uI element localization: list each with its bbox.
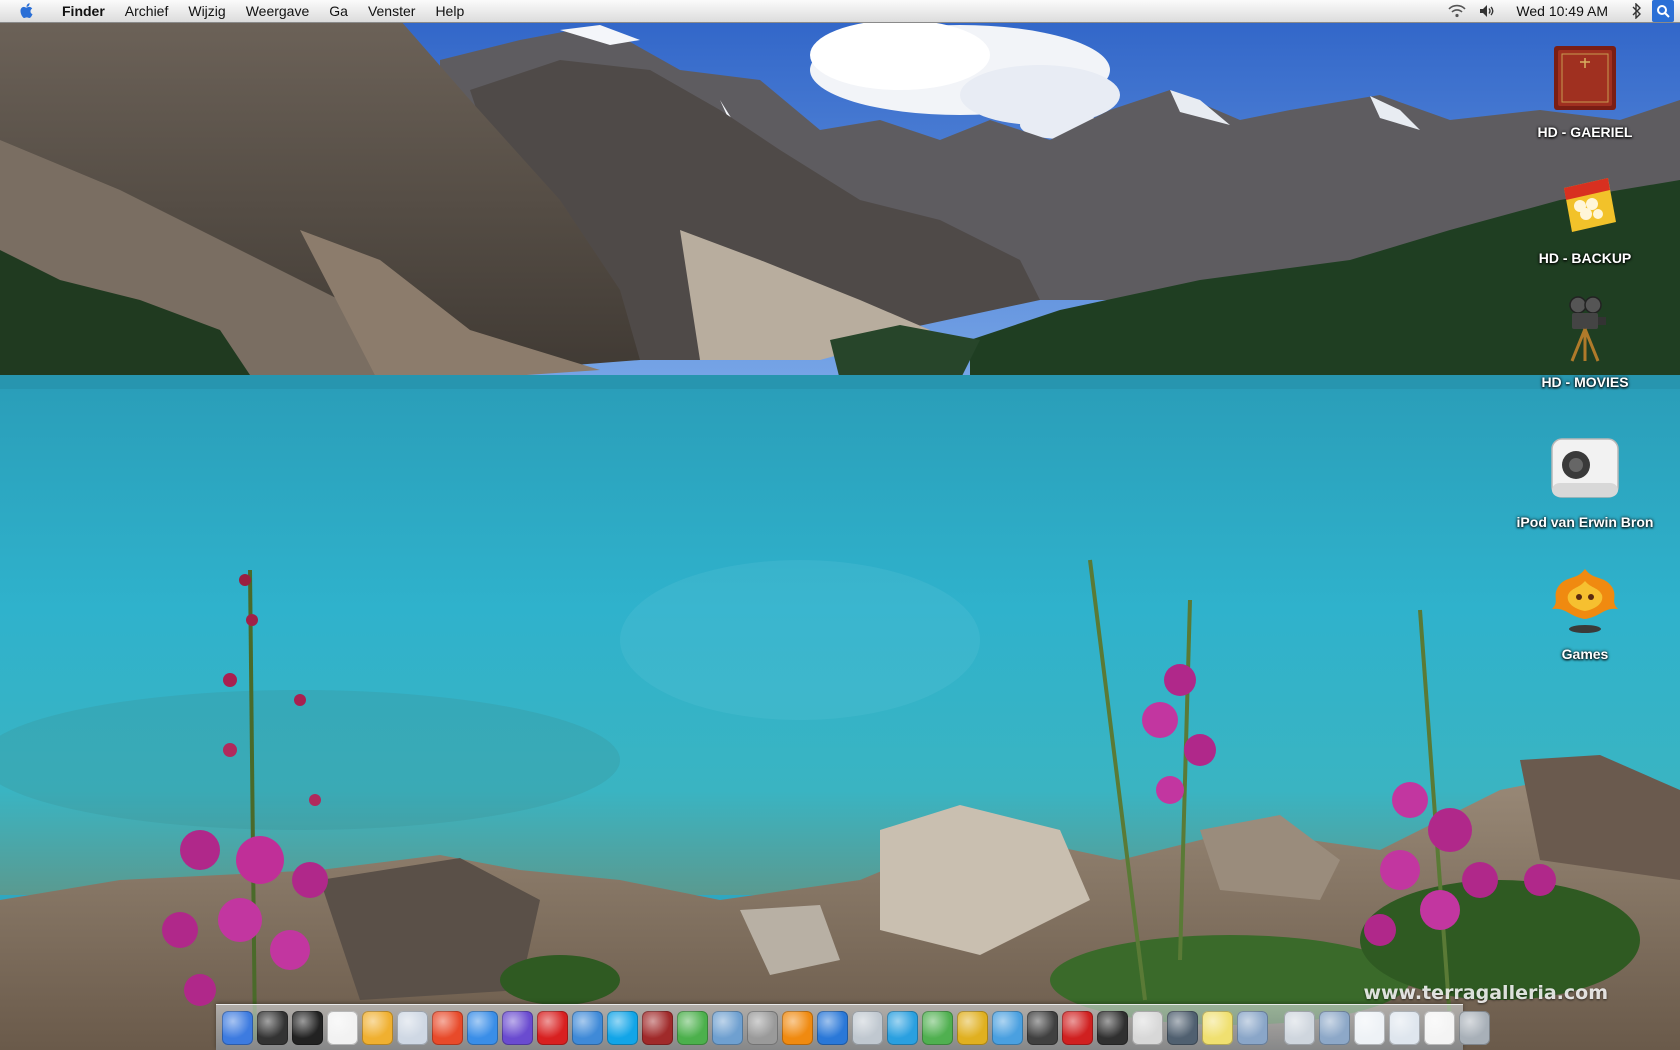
fire-character-icon <box>1547 562 1623 638</box>
desktop-icon-hd-movies[interactable]: HD - MOVIES <box>1510 290 1660 390</box>
menu-extras: Wed 10:49 AM <box>1442 0 1680 22</box>
hard-drive-popcorn-icon <box>1547 166 1623 242</box>
camera-icon[interactable] <box>1097 1010 1128 1045</box>
wifi-icon[interactable] <box>1446 0 1468 22</box>
spotlight-search-icon[interactable] <box>1652 0 1674 22</box>
desktop-icon-label: Games <box>1561 646 1609 662</box>
feather-icon[interactable] <box>992 1010 1023 1045</box>
red-app-icon[interactable] <box>1062 1010 1093 1045</box>
network-icon[interactable] <box>572 1010 603 1045</box>
film-camera-icon <box>1547 290 1623 366</box>
desktop-icon-label: HD - GAERIEL <box>1537 124 1633 140</box>
desktop-icon-label: HD - BACKUP <box>1538 250 1632 266</box>
popcorn-icon[interactable] <box>432 1010 463 1045</box>
finder-icon[interactable] <box>222 1010 253 1045</box>
menu-items: Finder Archief Wijzig Weergave Ga Venste… <box>52 0 474 22</box>
dock-apps <box>222 1010 1272 1045</box>
lightbulb-icon[interactable] <box>1202 1010 1233 1045</box>
magnet-icon[interactable] <box>537 1010 568 1045</box>
grab-icon[interactable] <box>362 1010 393 1045</box>
volume-icon[interactable] <box>1476 0 1498 22</box>
menu-help[interactable]: Help <box>425 0 474 22</box>
cd-icon[interactable] <box>852 1010 883 1045</box>
image-tool-icon[interactable] <box>1237 1010 1268 1045</box>
menu-weergave[interactable]: Weergave <box>236 0 320 22</box>
books-icon[interactable] <box>642 1010 673 1045</box>
preview-icon[interactable] <box>1132 1010 1163 1045</box>
menu-venster[interactable]: Venster <box>358 0 425 22</box>
menu-finder[interactable]: Finder <box>52 0 115 22</box>
printer-icon[interactable] <box>1167 1010 1198 1045</box>
safari-icon[interactable] <box>467 1010 498 1045</box>
applications-stack-icon[interactable] <box>1389 1010 1420 1045</box>
menu-archief[interactable]: Archief <box>115 0 179 22</box>
pinball-icon[interactable] <box>957 1010 988 1045</box>
window-stack-icon[interactable] <box>1424 1010 1455 1045</box>
desktop-icon-hd-gaeriel[interactable]: HD - GAERIEL <box>1510 40 1660 140</box>
dashboard-icon[interactable] <box>257 1010 288 1045</box>
bluetooth-icon[interactable] <box>1626 0 1648 22</box>
desktop-icon-label: iPod van Erwin Bron <box>1516 514 1654 530</box>
itunes-icon[interactable] <box>677 1010 708 1045</box>
folder-stack-icon[interactable] <box>1354 1010 1385 1045</box>
trash-icon[interactable] <box>1459 1010 1490 1045</box>
mail-icon[interactable] <box>397 1010 428 1045</box>
skype-icon[interactable] <box>607 1010 638 1045</box>
desktop-icon-label: HD - MOVIES <box>1541 374 1629 390</box>
desktop-icon-games[interactable]: Games <box>1510 562 1660 662</box>
quicktime-icon[interactable] <box>817 1010 848 1045</box>
wallpaper-watermark: www.terragalleria.com <box>1363 982 1608 1004</box>
vlc-icon[interactable] <box>782 1010 813 1045</box>
iphoto-icon[interactable] <box>712 1010 743 1045</box>
hard-drive-book-icon <box>1547 40 1623 116</box>
dock <box>216 1004 1490 1050</box>
ichat-icon[interactable] <box>502 1010 533 1045</box>
apple-logo-icon[interactable] <box>16 0 38 22</box>
menu-wijzig[interactable]: Wijzig <box>178 0 235 22</box>
dock-stacks <box>1284 1010 1494 1045</box>
x11-icon[interactable] <box>327 1010 358 1045</box>
ipod-speaker-icon <box>1547 430 1623 506</box>
menubar-clock[interactable]: Wed 10:49 AM <box>1502 3 1622 19</box>
desktop-wallpaper <box>0 0 1680 1050</box>
documents-stack-icon[interactable] <box>1319 1010 1350 1045</box>
photo-icon[interactable] <box>1027 1010 1058 1045</box>
terminal-icon[interactable] <box>292 1010 323 1045</box>
desktop-icon-ipod[interactable]: iPod van Erwin Bron <box>1510 430 1660 530</box>
menu-ga[interactable]: Ga <box>319 0 358 22</box>
mahjong-icon[interactable] <box>922 1010 953 1045</box>
desktop-icon-hd-backup[interactable]: HD - BACKUP <box>1510 166 1660 266</box>
menu-bar: Finder Archief Wijzig Weergave Ga Venste… <box>0 0 1680 23</box>
logo-w-icon[interactable] <box>887 1010 918 1045</box>
downloads-stack-icon[interactable] <box>1284 1010 1315 1045</box>
calculator-icon[interactable] <box>747 1010 778 1045</box>
